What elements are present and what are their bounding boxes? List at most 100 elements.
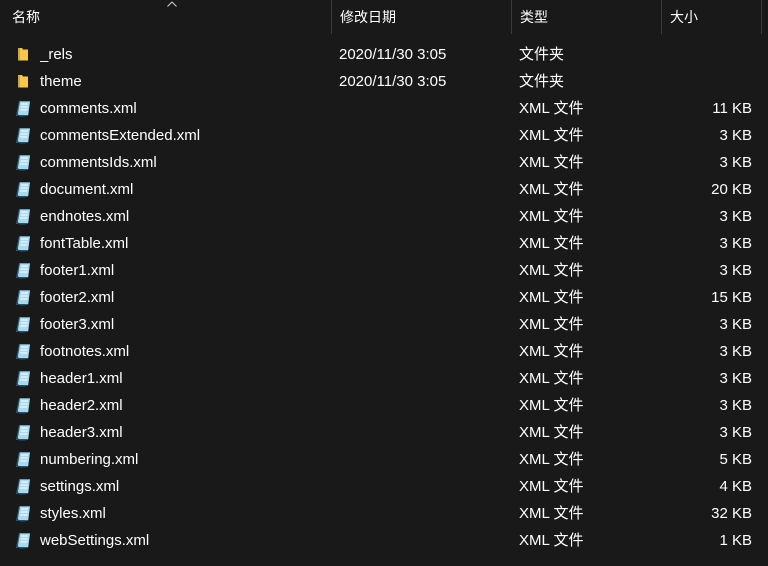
- file-modified-date: [339, 311, 509, 338]
- file-modified-date: [339, 257, 509, 284]
- file-row[interactable]: footer1.xml XML 文件 3 KB: [0, 257, 768, 284]
- file-row[interactable]: theme 2020/11/30 3:05 文件夹: [0, 68, 768, 95]
- file-rows: _rels 2020/11/30 3:05 文件夹 theme 2020/11/30 3…: [0, 41, 768, 554]
- file-row[interactable]: endnotes.xml XML 文件 3 KB: [0, 203, 768, 230]
- file-name: header3.xml: [40, 424, 123, 441]
- file-name: fontTable.xml: [40, 235, 129, 252]
- column-header-date-label: 修改日期: [340, 9, 396, 25]
- file-size: 3 KB: [719, 262, 752, 279]
- file-size: 3 KB: [719, 397, 752, 414]
- file-row[interactable]: _rels 2020/11/30 3:05 文件夹: [0, 41, 768, 68]
- file-size: 3 KB: [719, 343, 752, 360]
- file-row[interactable]: fontTable.xml XML 文件 3 KB: [0, 230, 768, 257]
- column-header-size[interactable]: 大小: [662, 0, 762, 34]
- file-size: [662, 41, 752, 68]
- xml-file-icon: [15, 527, 35, 554]
- file-name: _rels: [40, 46, 73, 63]
- file-modified-date: 2020/11/30 3:05: [339, 73, 447, 90]
- file-name: theme: [40, 73, 82, 90]
- file-type: XML 文件: [519, 370, 584, 387]
- file-row[interactable]: settings.xml XML 文件 4 KB: [0, 473, 768, 500]
- file-type: XML 文件: [519, 478, 584, 495]
- file-name: footer2.xml: [40, 289, 115, 306]
- column-header-size-label: 大小: [670, 9, 698, 25]
- file-type: XML 文件: [519, 397, 584, 414]
- file-size: 32 KB: [711, 505, 752, 522]
- xml-file-icon: [15, 230, 35, 257]
- file-name: settings.xml: [40, 478, 120, 495]
- file-size: 11 KB: [712, 100, 752, 117]
- column-header-date[interactable]: 修改日期: [332, 0, 512, 34]
- file-modified-date: [339, 203, 509, 230]
- file-size: 3 KB: [719, 127, 752, 144]
- file-name: footnotes.xml: [40, 343, 130, 360]
- file-type: 文件夹: [519, 46, 565, 63]
- folder-icon: [15, 68, 35, 95]
- column-header-bar: 名称 修改日期 类型 大小: [0, 0, 768, 34]
- file-modified-date: [339, 365, 509, 392]
- file-type: XML 文件: [519, 154, 584, 171]
- column-header-type[interactable]: 类型: [512, 0, 662, 34]
- xml-file-icon: [15, 257, 35, 284]
- file-row[interactable]: styles.xml XML 文件 32 KB: [0, 500, 768, 527]
- xml-file-icon: [15, 365, 35, 392]
- file-size: 3 KB: [719, 370, 752, 387]
- file-type: XML 文件: [519, 343, 584, 360]
- file-name: document.xml: [40, 181, 134, 198]
- file-name: webSettings.xml: [40, 532, 150, 549]
- file-name: footer3.xml: [40, 316, 115, 333]
- file-modified-date: [339, 500, 509, 527]
- file-row[interactable]: numbering.xml XML 文件 5 KB: [0, 446, 768, 473]
- file-row[interactable]: commentsExtended.xml XML 文件 3 KB: [0, 122, 768, 149]
- file-row[interactable]: document.xml XML 文件 20 KB: [0, 176, 768, 203]
- file-type: XML 文件: [519, 100, 584, 117]
- file-modified-date: [339, 284, 509, 311]
- file-row[interactable]: commentsIds.xml XML 文件 3 KB: [0, 149, 768, 176]
- xml-file-icon: [15, 473, 35, 500]
- file-size: 4 KB: [719, 478, 752, 495]
- file-row[interactable]: footer3.xml XML 文件 3 KB: [0, 311, 768, 338]
- file-type: XML 文件: [519, 316, 584, 333]
- folder-icon: [15, 41, 35, 68]
- column-header-name[interactable]: 名称: [4, 0, 332, 34]
- sort-ascending-icon: [167, 1, 177, 7]
- file-modified-date: [339, 122, 509, 149]
- file-row[interactable]: header3.xml XML 文件 3 KB: [0, 419, 768, 446]
- xml-file-icon: [15, 176, 35, 203]
- file-row[interactable]: footnotes.xml XML 文件 3 KB: [0, 338, 768, 365]
- file-row[interactable]: header2.xml XML 文件 3 KB: [0, 392, 768, 419]
- file-modified-date: [339, 527, 509, 554]
- column-header-name-label: 名称: [12, 9, 40, 25]
- file-modified-date: [339, 95, 509, 122]
- file-modified-date: [339, 338, 509, 365]
- xml-file-icon: [15, 446, 35, 473]
- file-size: 3 KB: [719, 208, 752, 225]
- xml-file-icon: [15, 338, 35, 365]
- column-header-type-label: 类型: [520, 9, 548, 25]
- file-type: XML 文件: [519, 262, 584, 279]
- xml-file-icon: [15, 284, 35, 311]
- file-modified-date: [339, 419, 509, 446]
- xml-file-icon: [15, 419, 35, 446]
- file-modified-date: 2020/11/30 3:05: [339, 46, 447, 63]
- file-type: XML 文件: [519, 505, 584, 522]
- file-row[interactable]: header1.xml XML 文件 3 KB: [0, 365, 768, 392]
- xml-file-icon: [15, 392, 35, 419]
- file-row[interactable]: comments.xml XML 文件 11 KB: [0, 95, 768, 122]
- file-type: XML 文件: [519, 208, 584, 225]
- file-modified-date: [339, 446, 509, 473]
- file-type: XML 文件: [519, 289, 584, 306]
- xml-file-icon: [15, 122, 35, 149]
- file-name: footer1.xml: [40, 262, 115, 279]
- file-name: comments.xml: [40, 100, 137, 117]
- file-name: numbering.xml: [40, 451, 139, 468]
- file-name: styles.xml: [40, 505, 106, 522]
- file-name: header1.xml: [40, 370, 123, 387]
- file-size: 3 KB: [719, 316, 752, 333]
- file-size: 20 KB: [711, 181, 752, 198]
- file-row[interactable]: footer2.xml XML 文件 15 KB: [0, 284, 768, 311]
- xml-file-icon: [15, 203, 35, 230]
- file-type: 文件夹: [519, 73, 565, 90]
- file-name: commentsIds.xml: [40, 154, 157, 171]
- file-row[interactable]: webSettings.xml XML 文件 1 KB: [0, 527, 768, 554]
